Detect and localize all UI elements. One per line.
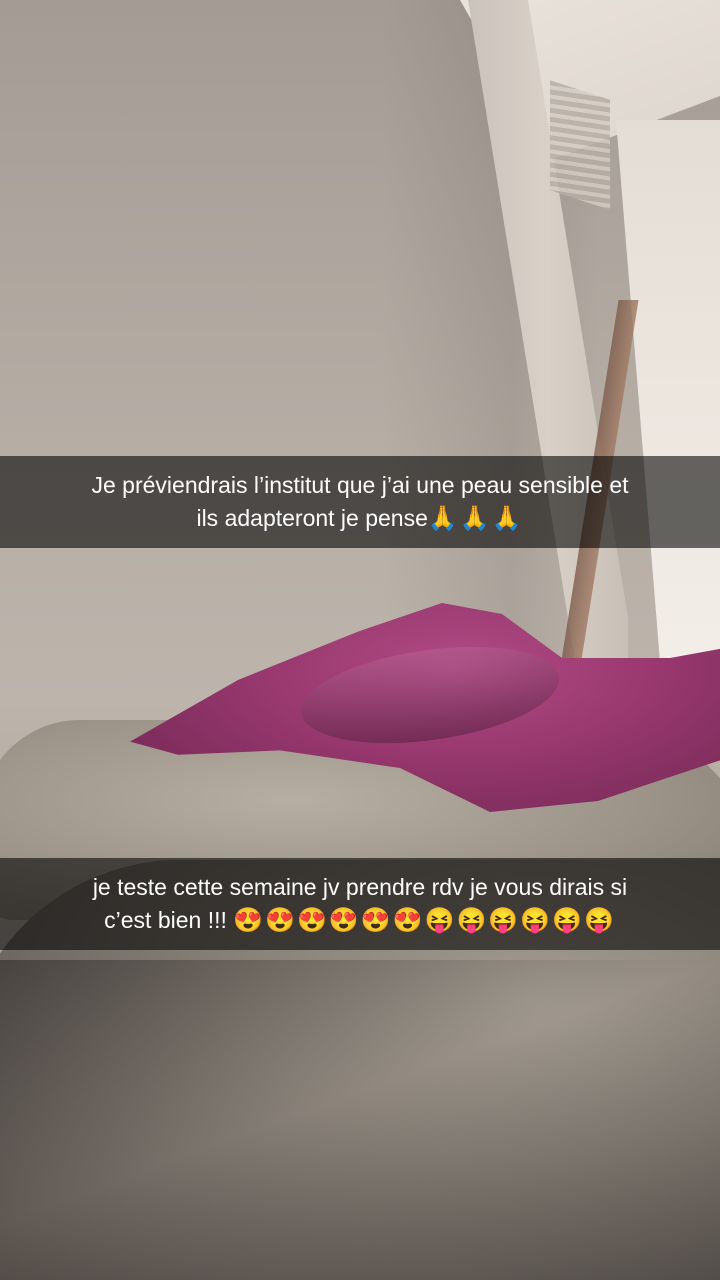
heart-eyes-and-tongue-emoji-icon: 😍😍😍😍😍😍😝😝😝😝😝😝	[233, 907, 616, 934]
caption-bar-bottom[interactable]: je teste cette semaine jv prendre rdv je…	[0, 858, 720, 950]
caption-text: ils adapteront je pense	[196, 505, 428, 531]
cushion-shadow	[0, 960, 720, 1280]
caption-line: je teste cette semaine jv prendre rdv je…	[92, 874, 628, 900]
praying-hands-emoji-icon: 🙏🙏🙏	[427, 505, 524, 532]
caption-line: ils adapteront je pense🙏🙏🙏	[24, 502, 696, 535]
caption-text: c’est bien !!!	[104, 907, 234, 933]
air-vent	[550, 80, 610, 210]
background-photo	[0, 0, 720, 1280]
caption-line: c’est bien !!! 😍😍😍😍😍😍😝😝😝😝😝😝	[24, 904, 696, 937]
caption-line: Je préviendrais l’institut que j’ai une …	[91, 472, 629, 498]
caption-bar-top[interactable]: Je préviendrais l’institut que j’ai une …	[0, 456, 720, 548]
